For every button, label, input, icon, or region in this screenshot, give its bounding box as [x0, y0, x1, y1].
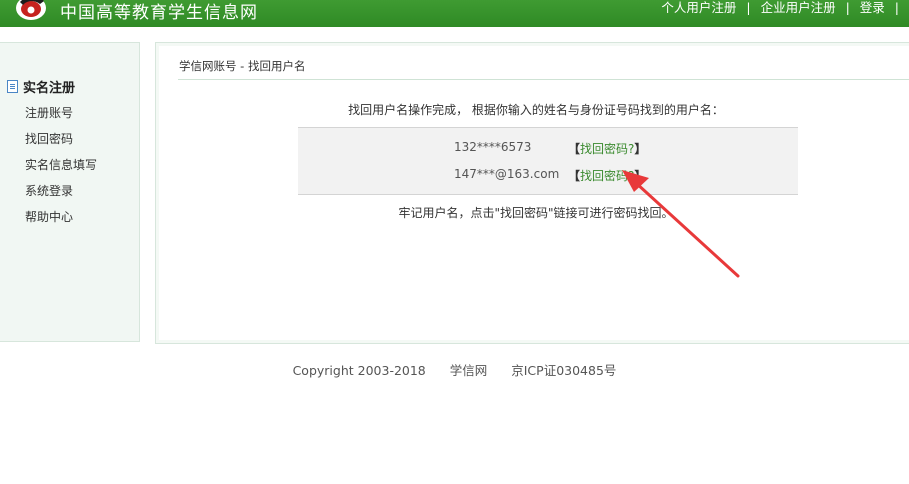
main-panel: 学信网账号 - 找回用户名 找回用户名操作完成， 根据你输入的姓名与身份证号码找… — [155, 42, 909, 344]
recover-password-link[interactable]: 【找回密码?】 — [568, 140, 646, 157]
site-header: 中国高等教育学生信息网 个人用户注册 | 企业用户注册 | 登录 | — [0, 0, 909, 27]
enterprise-register-link[interactable]: 企业用户注册 — [761, 0, 836, 15]
sidebar-title: 实名注册 — [7, 77, 75, 96]
bracket-open: 【 — [568, 169, 581, 183]
nav-separator: | — [894, 0, 899, 15]
login-link[interactable]: 登录 — [860, 0, 885, 15]
top-nav: 个人用户注册 | 企业用户注册 | 登录 | — [661, 0, 905, 20]
document-icon — [7, 80, 18, 93]
copyright-text: Copyright 2003-2018 — [292, 363, 426, 378]
username-value: 147***@163.com — [454, 167, 560, 181]
bracket-close: 】 — [634, 142, 647, 156]
result-row: 147***@163.com 【找回密码?】 — [298, 167, 798, 185]
recover-password-link-text[interactable]: 找回密码? — [580, 142, 634, 156]
result-list: 132****6573 【找回密码?】 147***@163.com 【找回密码… — [298, 127, 798, 195]
sidebar: 实名注册 注册账号 找回密码 实名信息填写 系统登录 帮助中心 — [0, 42, 140, 342]
personal-register-link[interactable]: 个人用户注册 — [661, 0, 736, 15]
nav-separator: | — [845, 0, 850, 15]
footer: Copyright 2003-2018 学信网 京ICP证030485号 — [0, 360, 909, 379]
bracket-close: 】 — [634, 169, 647, 183]
username-value: 132****6573 — [454, 140, 532, 154]
sidebar-item-register-account[interactable]: 注册账号 — [25, 105, 97, 131]
nav-separator: | — [746, 0, 751, 15]
site-name[interactable]: 中国高等教育学生信息网 — [60, 0, 258, 23]
breadcrumb-divider — [178, 79, 909, 80]
result-message: 找回用户名操作完成， 根据你输入的姓名与身份证号码找到的用户名： — [348, 103, 724, 117]
bracket-open: 【 — [568, 142, 581, 156]
footer-site-link[interactable]: 学信网 — [450, 363, 488, 378]
breadcrumb: 学信网账号 - 找回用户名 — [179, 59, 306, 73]
icp-license-link[interactable]: 京ICP证030485号 — [511, 363, 616, 378]
sidebar-item-system-login[interactable]: 系统登录 — [25, 183, 97, 209]
sidebar-item-real-name-info[interactable]: 实名信息填写 — [25, 157, 97, 183]
hint-note: 牢记用户名，点击"找回密码"链接可进行密码找回。 — [398, 206, 674, 220]
recover-password-link[interactable]: 【找回密码?】 — [568, 167, 646, 184]
sidebar-item-recover-password[interactable]: 找回密码 — [25, 131, 97, 157]
sidebar-item-help-center[interactable]: 帮助中心 — [25, 209, 97, 235]
logo-icon[interactable] — [14, 0, 48, 22]
result-row: 132****6573 【找回密码?】 — [298, 140, 798, 158]
recover-password-link-text[interactable]: 找回密码? — [580, 169, 634, 183]
sidebar-title-text: 实名注册 — [23, 81, 76, 96]
sidebar-menu: 注册账号 找回密码 实名信息填写 系统登录 帮助中心 — [25, 105, 97, 235]
